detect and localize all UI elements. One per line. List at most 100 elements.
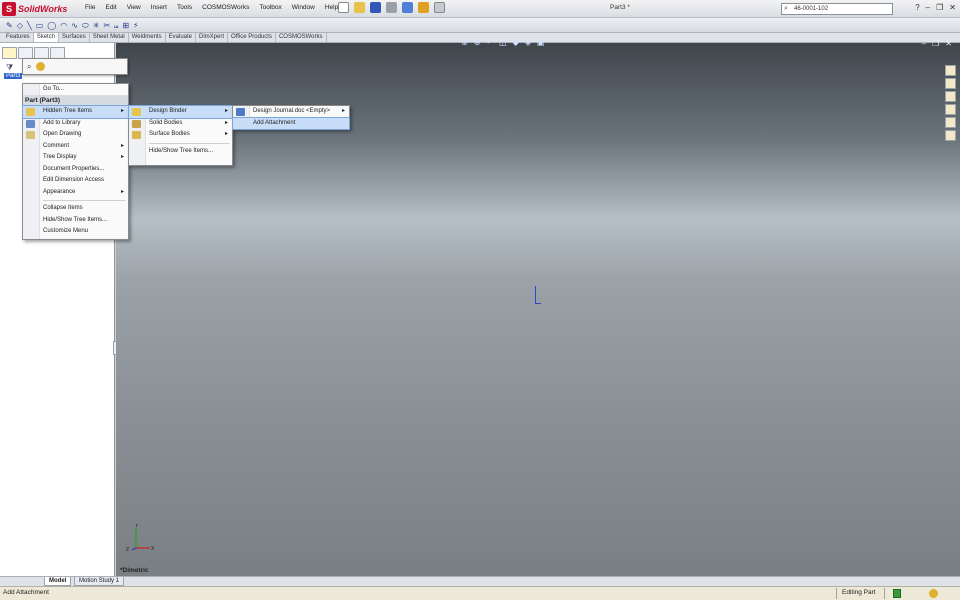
tree-root-part[interactable]: Part3 — [4, 73, 23, 79]
smart-dimension-icon[interactable]: ◇ — [17, 20, 23, 31]
menu-item-add-attachment[interactable]: Add Attachment — [232, 116, 350, 130]
feature-manager-tab-icon[interactable] — [2, 47, 17, 59]
save-icon[interactable] — [370, 2, 381, 13]
menu-item-customize-menu[interactable]: Customize Menu — [23, 226, 128, 238]
previous-view-icon[interactable]: ↶ — [486, 38, 493, 47]
menu-item-surface-bodies[interactable]: Surface Bodies ▸ — [129, 129, 232, 141]
line-icon[interactable]: ╲ — [27, 20, 32, 31]
menu-insert[interactable]: Insert — [146, 3, 172, 12]
zoom-to-selection-icon[interactable]: ⌕ — [27, 62, 31, 72]
menu-edit[interactable]: Edit — [100, 3, 121, 12]
sketch-icon[interactable]: ✎ — [6, 20, 13, 31]
menu-item-solid-bodies[interactable]: Solid Bodies ▸ — [129, 118, 232, 130]
viewport-minimize-icon[interactable]: – — [922, 39, 926, 48]
tab-sheet-metal[interactable]: Sheet Metal — [90, 33, 129, 42]
appearances-icon[interactable] — [945, 130, 956, 141]
menu-item-design-journal[interactable]: Design Journal.doc <Empty> ▸ — [233, 106, 349, 118]
menu-window[interactable]: Window — [287, 3, 320, 12]
new-document-icon[interactable] — [338, 2, 349, 13]
app-logo[interactable]: S SolidWorks — [2, 2, 67, 16]
heads-up-view-toolbar: ⊕ ⊕ ↶ ◫ ◆ ◈ ▣ — [461, 38, 545, 47]
menu-item-go-to[interactable]: Go To... — [23, 84, 128, 95]
view-orientation-label: *Dimetric — [120, 567, 149, 574]
tab-office-products[interactable]: Office Products — [228, 33, 276, 42]
solidworks-logo-icon: S — [2, 2, 16, 16]
title-bar: S SolidWorks File Edit View Insert Tools… — [0, 0, 960, 18]
tab-sketch[interactable]: Sketch — [33, 33, 60, 42]
menu-item-tree-display[interactable]: Tree Display ▸ — [23, 152, 128, 164]
triad-y-label: Y — [135, 524, 139, 529]
menu-item-design-binder[interactable]: Design Binder ▸ — [128, 105, 233, 119]
point-icon[interactable]: ✳ — [93, 20, 100, 31]
display-style-icon[interactable]: ◈ — [525, 38, 531, 47]
file-explorer-icon[interactable] — [945, 91, 956, 102]
tab-model[interactable]: Model — [44, 577, 72, 586]
filter-icon[interactable]: ⧩ — [6, 63, 13, 73]
menu-item-hide-show-tree-items-sub[interactable]: Hide/Show Tree Items... — [129, 146, 232, 158]
solidworks-resources-icon[interactable] — [945, 65, 956, 76]
appearance-icon[interactable] — [36, 62, 46, 71]
tab-evaluate[interactable]: Evaluate — [166, 33, 197, 42]
menu-file[interactable]: File — [80, 3, 100, 12]
centerpoint-arc-icon[interactable]: ◠ — [60, 20, 67, 31]
minimize-icon[interactable]: – — [926, 3, 930, 12]
display-relations-icon[interactable]: ⊞ — [122, 20, 129, 31]
sketch-toolbar: ✎ ◇ ╲ ▭ ◯ ◠ ∿ ⬭ ✳ ✂ ⧢ ⊞ ⚡ — [0, 18, 960, 33]
close-icon[interactable]: ✕ — [949, 3, 956, 12]
undo-icon[interactable] — [402, 2, 413, 13]
rebuild-status-icon[interactable] — [893, 589, 901, 598]
context-menu-header: Part (Part3) — [23, 95, 128, 106]
ellipse-icon[interactable]: ⬭ — [82, 20, 89, 31]
submenu-arrow-icon: ▸ — [120, 188, 124, 195]
zoom-to-fit-icon[interactable]: ⊕ — [461, 38, 468, 47]
submenu-arrow-icon: ▸ — [341, 108, 345, 114]
tab-cosmosworks[interactable]: COSMOSWorks — [276, 33, 327, 42]
rapid-sketch-icon[interactable]: ⚡ — [133, 20, 139, 31]
help-icon[interactable]: ? — [915, 3, 919, 12]
menu-item-document-properties[interactable]: Document Properties... — [23, 164, 128, 176]
menu-item-comment[interactable]: Comment ▸ — [23, 141, 128, 153]
restore-icon[interactable]: ❐ — [936, 3, 943, 12]
menu-item-collapse-items[interactable]: Collapse Items — [23, 203, 128, 215]
submenu-arrow-icon: ▸ — [120, 108, 124, 114]
tab-motion-study-1[interactable]: Motion Study 1 — [74, 577, 125, 586]
zoom-to-area-icon[interactable]: ⊕ — [474, 38, 481, 47]
mirror-icon[interactable]: ⧢ — [114, 20, 118, 31]
menu-item-appearance[interactable]: Appearance ▸ — [23, 187, 128, 199]
menu-item-add-to-library[interactable]: Add to Library — [23, 118, 128, 130]
search-results-icon[interactable] — [945, 104, 956, 115]
viewport-restore-icon[interactable]: ❐ — [932, 39, 939, 48]
menu-item-edit-dimension-access[interactable]: Edit Dimension Access — [23, 175, 128, 187]
search-icon: ⌕ — [784, 5, 788, 12]
view-orientation-icon[interactable]: ◆ — [513, 38, 519, 47]
print-icon[interactable] — [386, 2, 397, 13]
view-palette-icon[interactable] — [945, 117, 956, 128]
view-settings-icon[interactable]: ▣ — [537, 38, 545, 47]
tab-weldments[interactable]: Weldments — [129, 33, 166, 42]
section-view-icon[interactable]: ◫ — [499, 38, 507, 47]
tab-features[interactable]: Features — [3, 33, 34, 42]
menu-toolbox[interactable]: Toolbox — [254, 3, 286, 12]
hidden-items-icon — [26, 108, 35, 116]
rebuild-icon[interactable] — [418, 2, 429, 13]
rectangle-icon[interactable]: ▭ — [36, 20, 44, 31]
tab-dimxpert[interactable]: DimXpert — [196, 33, 229, 42]
design-library-icon[interactable] — [945, 78, 956, 89]
menu-view[interactable]: View — [122, 3, 146, 12]
open-folder-icon[interactable] — [354, 2, 365, 13]
options-icon[interactable] — [434, 2, 445, 13]
menu-cosmosworks[interactable]: COSMOSWorks — [197, 3, 254, 12]
circle-icon[interactable]: ◯ — [47, 20, 56, 31]
trim-icon[interactable]: ✂ — [103, 20, 110, 31]
menu-item-open-drawing[interactable]: Open Drawing — [23, 129, 128, 141]
help-status-icon[interactable] — [929, 589, 938, 598]
search-input[interactable]: ⌕ 46-0001-102 — [781, 3, 893, 15]
menu-item-hidden-tree-items[interactable]: Hidden Tree Items ▸ — [22, 105, 129, 119]
spline-icon[interactable]: ∿ — [71, 20, 78, 31]
viewport-close-icon[interactable]: ✕ — [945, 39, 952, 48]
submenu-arrow-icon: ▸ — [120, 142, 124, 149]
menu-separator — [149, 142, 230, 144]
menu-tools[interactable]: Tools — [172, 3, 197, 12]
menu-item-hide-show-tree-items[interactable]: Hide/Show Tree Items... — [23, 215, 128, 227]
tab-surfaces[interactable]: Surfaces — [59, 33, 90, 42]
